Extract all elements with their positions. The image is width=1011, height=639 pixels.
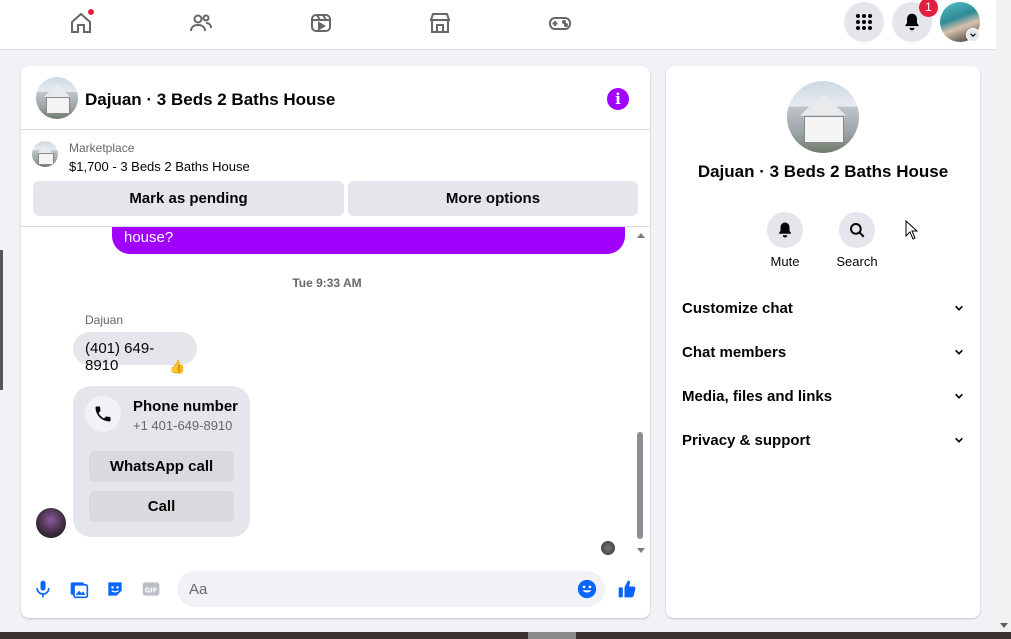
bell-icon: [767, 212, 803, 248]
menu-grid-button[interactable]: [844, 2, 884, 42]
gaming-icon[interactable]: [540, 8, 580, 38]
scrollbar-thumb[interactable]: [637, 432, 643, 539]
scroll-down-arrow[interactable]: [1000, 623, 1008, 628]
friends-icon[interactable]: [181, 8, 221, 38]
grid-icon: [856, 14, 872, 30]
message-list: house? Tue 9:33 AM Dajuan (401) 649-8910…: [21, 226, 650, 558]
taskbar-highlight: [528, 632, 576, 639]
section-label: Chat members: [682, 343, 787, 361]
chat-title[interactable]: Dajuan · 3 Beds 2 Baths House: [85, 90, 335, 110]
scroll-up-arrow[interactable]: [637, 233, 645, 238]
listing-profile-picture[interactable]: [787, 81, 859, 153]
section-label: Privacy & support: [682, 431, 811, 449]
message-timestamp: Tue 9:33 AM: [292, 276, 362, 290]
search-button[interactable]: Search: [827, 212, 887, 269]
seen-indicator-avatar: [601, 541, 615, 555]
more-options-button[interactable]: More options: [348, 181, 638, 216]
phone-icon: [85, 396, 121, 432]
whatsapp-call-button[interactable]: WhatsApp call: [89, 451, 234, 482]
microphone-icon[interactable]: [32, 578, 54, 600]
sender-avatar[interactable]: [36, 508, 66, 538]
section-label: Media, files and links: [682, 387, 833, 405]
customize-chat-section[interactable]: Customize chat: [682, 296, 964, 320]
chat-panel: Dajuan · 3 Beds 2 Baths House i Marketpl…: [21, 66, 650, 618]
mute-label: Mute: [770, 254, 800, 269]
notifications-button[interactable]: 1: [892, 0, 938, 42]
search-icon: [839, 212, 875, 248]
listing-link[interactable]: $1,700 - 3 Beds 2 Baths House: [69, 159, 250, 174]
phone-card-number: +1 401-649-8910: [133, 418, 233, 433]
page-scrollbar[interactable]: [996, 0, 1011, 632]
sticker-icon[interactable]: [104, 578, 126, 600]
svg-text:GIF: GIF: [145, 586, 158, 594]
top-navigation: 1: [0, 0, 996, 50]
mute-button[interactable]: Mute: [755, 212, 815, 269]
photo-icon[interactable]: [68, 578, 90, 600]
thumbs-up-reaction[interactable]: 👍: [169, 359, 185, 375]
search-label: Search: [836, 254, 878, 269]
mouse-cursor-icon: [905, 220, 919, 240]
conversation-info-panel: Dajuan · 3 Beds 2 Baths House Mute Searc…: [666, 66, 980, 618]
message-composer: GIF: [21, 566, 650, 612]
bell-icon: [905, 13, 919, 31]
media-files-links-section[interactable]: Media, files and links: [682, 384, 964, 408]
chat-header: Dajuan · 3 Beds 2 Baths House i: [21, 66, 650, 130]
info-title: Dajuan · 3 Beds 2 Baths House: [697, 162, 949, 181]
chevron-down-icon[interactable]: [966, 28, 980, 42]
chevron-down-icon: [955, 349, 963, 355]
emoji-icon[interactable]: [576, 578, 598, 600]
chevron-down-icon: [955, 437, 963, 443]
video-icon[interactable]: [301, 8, 341, 38]
mark-as-pending-button[interactable]: Mark as pending: [33, 181, 344, 216]
call-button[interactable]: Call: [89, 491, 234, 522]
home-icon[interactable]: [61, 8, 101, 38]
info-icon[interactable]: i: [607, 88, 629, 110]
privacy-support-section[interactable]: Privacy & support: [682, 428, 964, 452]
taskbar-strip: [0, 632, 1011, 639]
message-scrollbar[interactable]: [635, 227, 647, 558]
listing-thumbnail[interactable]: [32, 141, 58, 167]
marketplace-icon[interactable]: [420, 8, 460, 38]
home-notification-dot: [87, 8, 95, 16]
window-edge: [0, 250, 3, 390]
outgoing-message[interactable]: house?: [112, 227, 625, 254]
chat-members-section[interactable]: Chat members: [682, 340, 964, 364]
section-label: Customize chat: [682, 299, 793, 317]
thumbs-up-icon[interactable]: [616, 578, 638, 600]
sender-name: Dajuan: [85, 313, 124, 327]
scroll-down-arrow[interactable]: [637, 548, 645, 553]
chevron-down-icon: [955, 393, 963, 399]
notification-badge: 1: [919, 0, 938, 17]
chevron-down-icon: [955, 305, 963, 311]
phone-card-title: Phone number: [133, 398, 239, 415]
message-input[interactable]: [177, 571, 605, 607]
phone-number-card: Phone number +1 401-649-8910 WhatsApp ca…: [73, 386, 250, 537]
gif-icon[interactable]: GIF: [140, 578, 162, 600]
listing-avatar[interactable]: [36, 77, 78, 119]
marketplace-label: Marketplace: [69, 141, 135, 155]
